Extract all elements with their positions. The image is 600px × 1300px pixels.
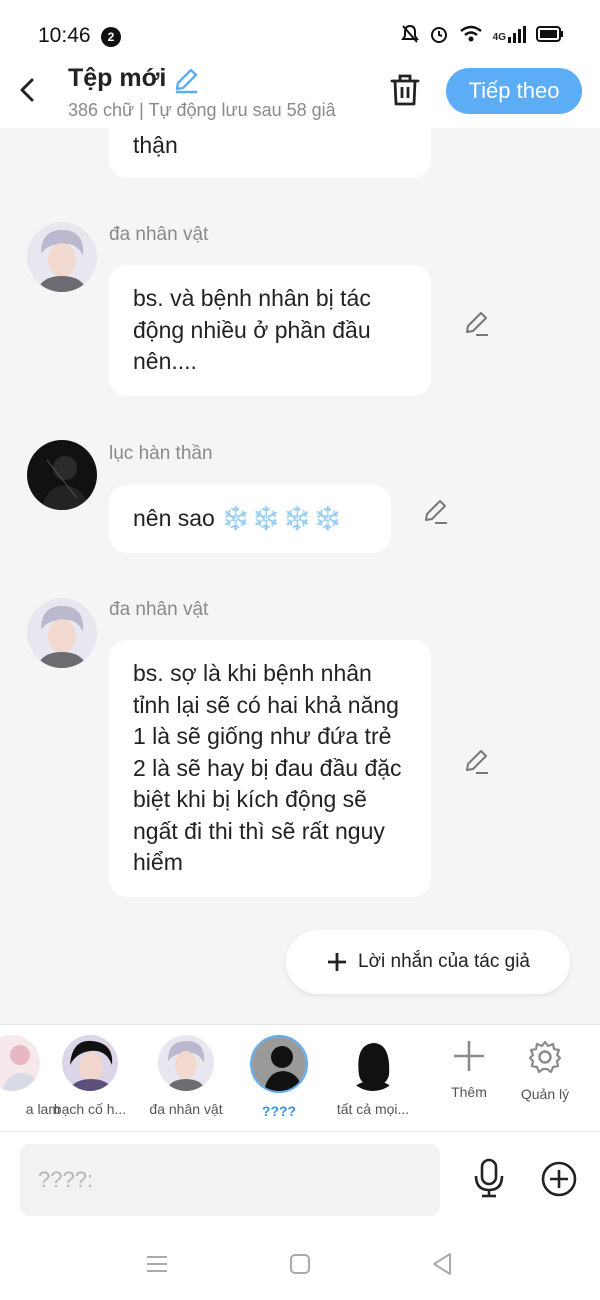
character-avatar-icon xyxy=(27,598,97,668)
emoji-snowflakes: ❄️❄️❄️❄️ xyxy=(221,505,344,531)
edit-title-button[interactable] xyxy=(172,66,200,94)
avatar xyxy=(0,1035,40,1091)
character-avatar-icon xyxy=(27,440,97,510)
plus-circle-icon xyxy=(541,1161,577,1197)
edit-message-button[interactable] xyxy=(462,746,492,776)
composer xyxy=(0,1132,600,1228)
message-bubble[interactable]: thận xyxy=(109,128,431,178)
character-name: bạch cố h... xyxy=(53,1101,127,1117)
edit-message-button[interactable] xyxy=(421,496,451,526)
speaker-name: đa nhân vật xyxy=(109,599,209,620)
plus-icon xyxy=(328,953,347,971)
delete-button[interactable] xyxy=(388,72,422,108)
character-item[interactable]: tất cả mọi... xyxy=(323,1035,423,1117)
menu-icon xyxy=(147,1256,167,1272)
message-text: thận xyxy=(133,132,178,158)
add-label: Thêm xyxy=(451,1084,487,1100)
pencil-icon xyxy=(425,500,447,524)
character-avatar-icon xyxy=(62,1035,118,1091)
avatar xyxy=(158,1035,214,1091)
more-options-button[interactable] xyxy=(540,1160,578,1198)
bell-muted-icon xyxy=(400,24,419,43)
word-count-autosave: 386 chữ | Tự động lưu sau 58 giâ xyxy=(68,100,336,120)
wifi-icon xyxy=(459,25,482,42)
page-title[interactable]: Tệp mới xyxy=(68,64,166,93)
message-bubble[interactable]: bs. và bệnh nhân bị tác động nhiều ở phầ… xyxy=(109,265,431,396)
character-selector[interactable]: a lam bạch cố h... đa nhân vật ???? tất … xyxy=(0,1024,600,1132)
status-icons: 4G xyxy=(400,24,564,44)
author-note-label: Lời nhắn của tác giả xyxy=(358,951,530,972)
avatar[interactable] xyxy=(27,440,97,510)
battery-icon xyxy=(536,26,563,42)
chat-area[interactable]: thận đa nhân vật bs. và bệnh nhân bị tác… xyxy=(0,128,600,1024)
edit-message-button[interactable] xyxy=(462,308,492,338)
message-bubble[interactable]: bs. sợ là khi bệnh nhân tỉnh lại sẽ có h… xyxy=(109,640,431,897)
system-nav-bar xyxy=(0,1228,600,1300)
pencil-icon xyxy=(466,312,488,336)
next-button[interactable]: Tiếp theo xyxy=(446,68,582,114)
character-avatar-icon xyxy=(158,1035,214,1091)
network-type: 4G xyxy=(492,31,506,43)
speaker-name: đa nhân vật xyxy=(109,224,209,245)
author-note-button[interactable]: Lời nhắn của tác giả xyxy=(286,930,570,994)
character-name: ???? xyxy=(261,1103,297,1119)
voice-input-button[interactable] xyxy=(470,1158,508,1198)
pencil-icon xyxy=(175,68,198,94)
character-name: tất cả mọi... xyxy=(336,1101,410,1117)
avatar xyxy=(345,1035,401,1091)
character-name: đa nhân vật xyxy=(149,1101,223,1117)
status-time: 10:46 xyxy=(38,24,91,47)
signal-icon: 4G xyxy=(492,25,526,43)
triangle-back-icon xyxy=(433,1253,451,1275)
speaker-name: lục hàn thần xyxy=(109,443,213,464)
manage-characters-button[interactable]: Quản lý xyxy=(510,1039,580,1102)
avatar[interactable] xyxy=(27,222,97,292)
avatar xyxy=(62,1035,118,1091)
message-input[interactable] xyxy=(20,1144,440,1216)
message-text: nên sao xyxy=(133,505,215,531)
plus-icon xyxy=(454,1041,484,1071)
character-item[interactable]: đa nhân vật xyxy=(136,1035,236,1117)
pencil-icon xyxy=(466,750,488,774)
trash-icon xyxy=(390,74,420,106)
character-avatar-icon xyxy=(0,1035,40,1091)
message-text: bs. và bệnh nhân bị tác động nhiều ở phầ… xyxy=(133,285,371,374)
message-bubble[interactable]: nên sao ❄️❄️❄️❄️ xyxy=(109,485,391,553)
microphone-icon xyxy=(474,1158,504,1198)
alarm-icon xyxy=(430,27,447,43)
back-arrow-icon xyxy=(20,78,34,102)
system-back-button[interactable] xyxy=(428,1250,456,1278)
notification-badge: 2 xyxy=(101,27,121,47)
silhouette-icon xyxy=(252,1037,306,1091)
square-icon xyxy=(290,1254,310,1274)
silhouette-icon xyxy=(345,1035,401,1091)
gear-icon xyxy=(528,1040,562,1074)
recent-apps-button[interactable] xyxy=(143,1250,171,1278)
character-item-selected[interactable]: ???? xyxy=(229,1035,329,1119)
message-text: bs. sợ là khi bệnh nhân tỉnh lại sẽ có h… xyxy=(133,660,402,875)
avatar[interactable] xyxy=(27,598,97,668)
top-bar: Tệp mới 386 chữ | Tự động lưu sau 58 giâ… xyxy=(0,60,600,128)
character-item[interactable]: bạch cố h... xyxy=(40,1035,140,1117)
character-avatar-icon xyxy=(27,222,97,292)
back-button[interactable] xyxy=(14,74,42,106)
add-character-button[interactable]: Thêm xyxy=(434,1039,504,1100)
avatar xyxy=(250,1035,308,1093)
status-bar: 10:46 2 4G xyxy=(0,0,600,60)
home-button[interactable] xyxy=(286,1250,314,1278)
manage-label: Quản lý xyxy=(520,1086,570,1102)
